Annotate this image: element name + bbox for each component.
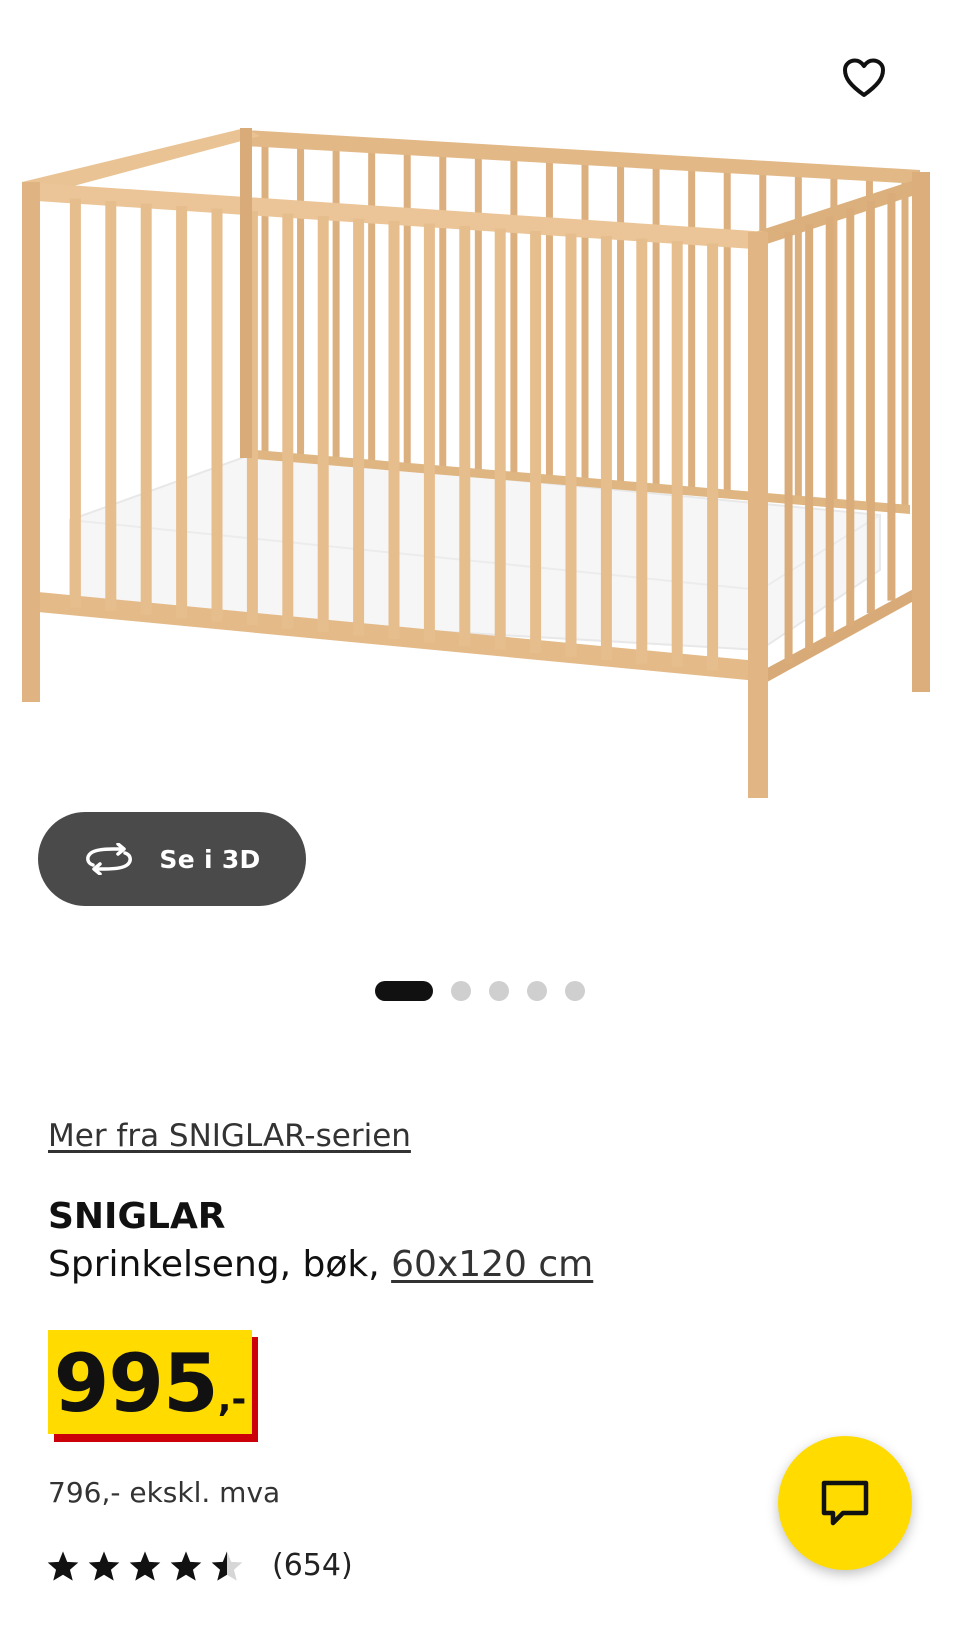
crib-illustration	[22, 128, 930, 798]
carousel-dot[interactable]	[489, 981, 509, 1001]
favorite-button[interactable]	[838, 52, 890, 104]
rotate-3d-icon	[86, 843, 133, 875]
product-image[interactable]	[0, 0, 960, 820]
star-half-icon	[211, 1550, 243, 1581]
review-count: (654)	[272, 1548, 353, 1583]
carousel-dot[interactable]	[565, 981, 585, 1001]
heart-outline-icon	[843, 58, 885, 97]
price-excluding-vat: 796,- ekskl. mva	[48, 1476, 281, 1509]
carousel-pagination	[375, 980, 585, 1002]
product-type: Sprinkelseng, bøk,	[48, 1244, 392, 1285]
chat-button[interactable]	[778, 1436, 912, 1570]
price-suffix: ,-	[217, 1379, 247, 1420]
size-link[interactable]: 60x120 cm	[391, 1244, 593, 1285]
view-3d-button[interactable]: Se i 3D	[38, 812, 306, 906]
star-filled-icon	[88, 1550, 120, 1581]
price-amount: 995	[53, 1337, 219, 1430]
chat-bubble-icon	[821, 1480, 869, 1526]
rating[interactable]: (654)	[46, 1548, 353, 1583]
star-filled-icon	[47, 1550, 79, 1581]
carousel-dot[interactable]	[527, 981, 547, 1001]
star-filled-icon	[170, 1550, 202, 1581]
product-name: SNIGLAR	[48, 1196, 226, 1237]
rating-stars	[46, 1550, 244, 1582]
view-3d-label: Se i 3D	[159, 844, 261, 874]
price-tag: 995 ,-	[48, 1330, 252, 1434]
star-filled-icon	[129, 1550, 161, 1581]
carousel-dot[interactable]	[451, 981, 471, 1001]
product-description: Sprinkelseng, bøk, 60x120 cm	[48, 1244, 593, 1285]
carousel-dot[interactable]	[375, 981, 433, 1001]
series-link[interactable]: Mer fra SNIGLAR-serien	[48, 1118, 411, 1154]
